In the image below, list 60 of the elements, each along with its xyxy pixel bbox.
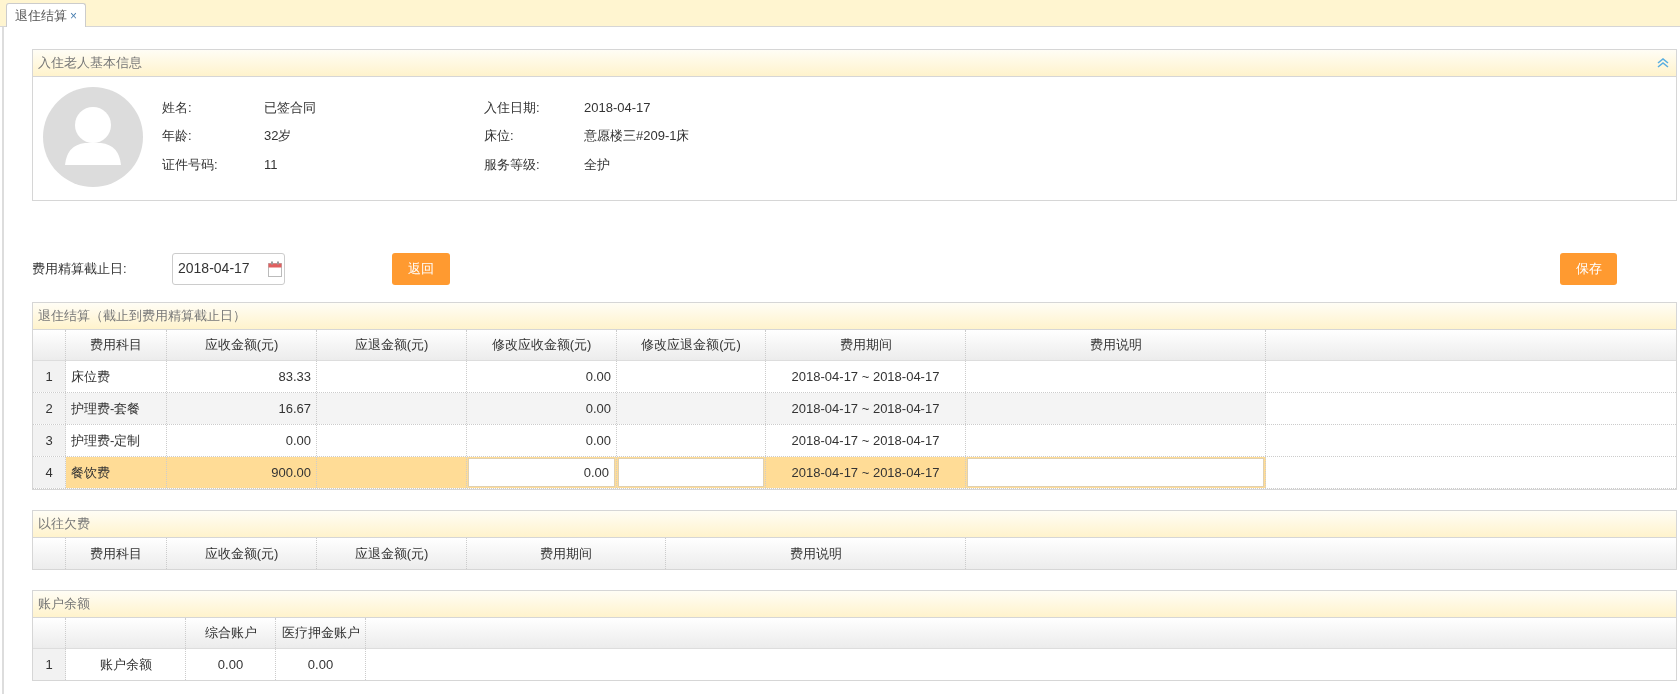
row-number: 2 (33, 393, 66, 424)
table-cell: 900.00 (167, 457, 317, 488)
field-label: 床位: (484, 127, 515, 146)
calendar-icon[interactable] (268, 260, 282, 277)
table-cell: 餐饮费 (66, 457, 167, 488)
collapse-icon[interactable] (1657, 58, 1669, 68)
table-row[interactable]: 4 餐饮费 900.00 0.00 2018-04-17 ~ 2018-04-17 (33, 457, 1676, 489)
column-header: 应收金额(元) (167, 330, 317, 360)
table-cell: 护理费-套餐 (66, 393, 167, 424)
input-field[interactable] (618, 458, 764, 487)
column-header: 医疗押金账户 (276, 618, 366, 648)
panel-title: 以往欠费 (38, 515, 90, 534)
column-header: 应收金额(元) (167, 538, 317, 569)
field-label: 证件号码: (162, 155, 219, 174)
date-field[interactable]: 2018-04-17 (172, 252, 285, 285)
row-number: 4 (33, 457, 66, 488)
table-row[interactable]: 1 床位费 83.33 0.00 2018-04-17 ~ 2018-04-17 (33, 361, 1676, 393)
column-header: 费用科目 (66, 330, 167, 360)
field-value: 32岁 (264, 127, 293, 146)
column-header: 修改应退金额(元) (617, 330, 766, 360)
cutoff-label: 费用精算截止日: (32, 259, 128, 278)
tab-label: 退住结算 (15, 6, 67, 25)
row-number: 1 (33, 649, 66, 680)
field-label: 服务等级: (484, 155, 541, 174)
table-cell: 0.00 (186, 649, 276, 680)
field-value: 11 (264, 155, 279, 174)
table-cell: 2018-04-17 ~ 2018-04-17 (766, 393, 966, 424)
field-value: 已签合同 (264, 98, 317, 117)
field-value: 意愿楼三#209-1床 (584, 127, 691, 146)
table-cell: 账户余额 (66, 649, 186, 680)
table-cell: 0.00 (276, 649, 366, 680)
row-number: 1 (33, 361, 66, 392)
table-row[interactable]: 2 护理费-套餐 16.67 0.00 2018-04-17 ~ 2018-04-17 (33, 393, 1676, 425)
panel-title: 退住结算（截止到费用精算截止日） (38, 307, 246, 326)
column-header: 修改应收金额(元) (467, 330, 617, 360)
field-label: 姓名: (162, 98, 193, 117)
panel-title: 入住老人基本信息 (38, 54, 142, 73)
column-header: 费用说明 (966, 330, 1266, 360)
close-icon[interactable]: × (70, 6, 77, 25)
column-header: 费用期间 (766, 330, 966, 360)
field-value: 2018-04-17 (584, 98, 652, 117)
column-header: 费用期间 (467, 538, 666, 569)
table-cell: 2018-04-17 ~ 2018-04-17 (766, 457, 966, 488)
field-label: 年龄: (162, 127, 193, 146)
table-cell: 16.67 (167, 393, 317, 424)
table-row[interactable]: 3 护理费-定制 0.00 0.00 2018-04-17 ~ 2018-04-17 (33, 425, 1676, 457)
tab[interactable]: 退住结算 × (6, 3, 86, 27)
column-header: 综合账户 (186, 618, 276, 648)
input-field[interactable]: 0.00 (468, 458, 615, 487)
avatar-icon (43, 87, 143, 187)
field-value: 全护 (584, 155, 611, 174)
table-cell: 0.00 (467, 393, 617, 424)
panel-title: 账户余额 (38, 595, 90, 614)
column-header: 应退金额(元) (317, 538, 467, 569)
row-number: 3 (33, 425, 66, 456)
field-label: 入住日期: (484, 98, 541, 117)
column-header: 应退金额(元) (317, 330, 467, 360)
input-field[interactable] (967, 458, 1264, 487)
column-header: 费用说明 (666, 538, 966, 569)
column-header: 费用科目 (66, 538, 167, 569)
